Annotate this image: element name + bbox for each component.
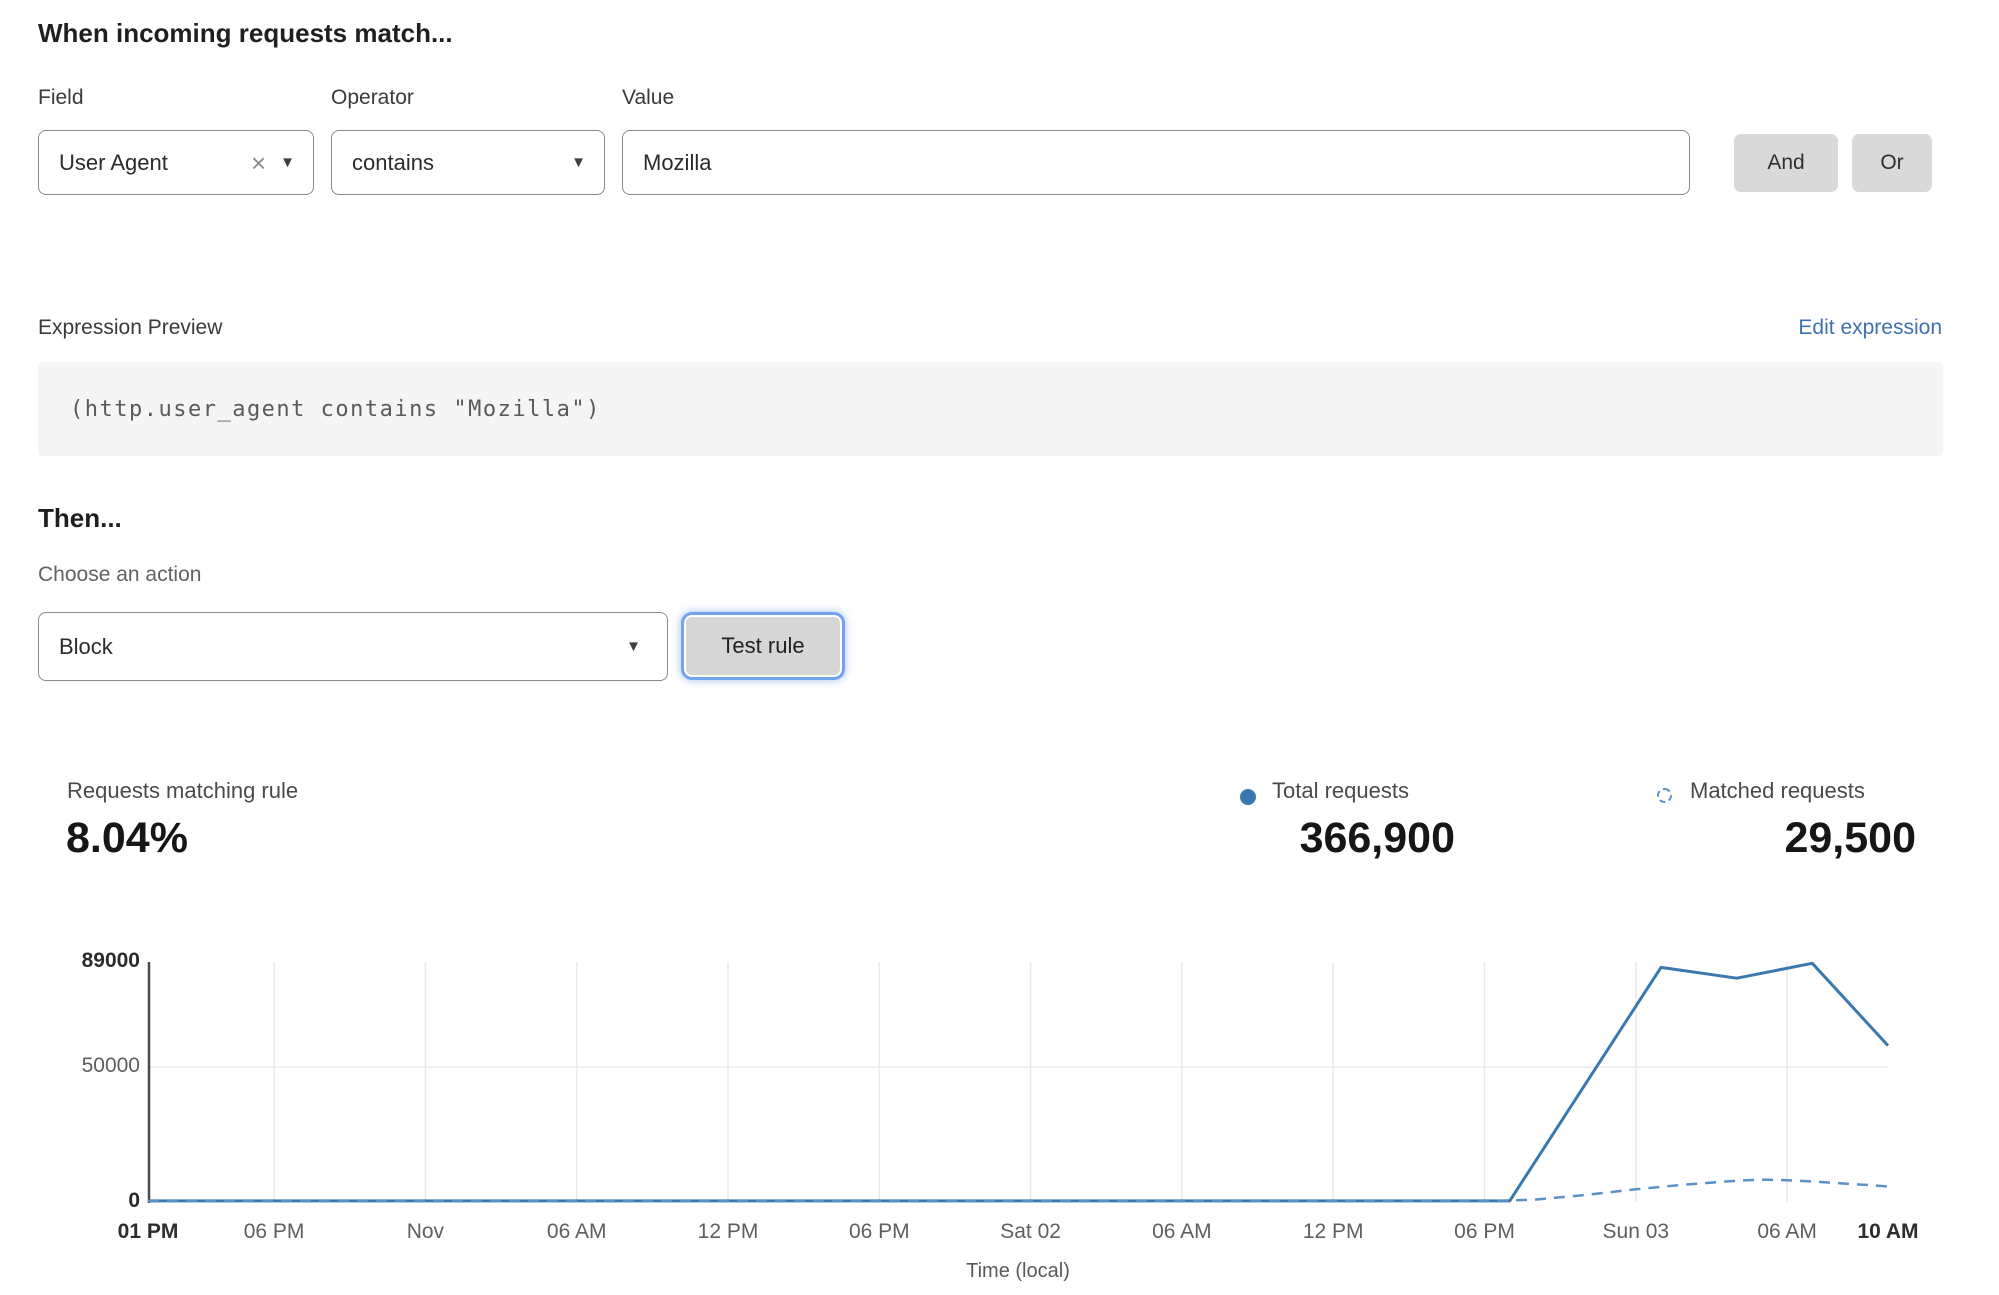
x-tick-label: 06 AM: [507, 1220, 647, 1246]
requests-chart: Time (local) 8900050000001 PM06 PMNov06 …: [0, 930, 1999, 1295]
field-select[interactable]: User Agent × ▼: [38, 130, 314, 195]
expression-code: (http.user_agent contains "Mozilla"): [38, 397, 601, 422]
test-rule-button[interactable]: Test rule: [684, 615, 842, 677]
clear-field-icon[interactable]: ×: [243, 150, 274, 176]
matched-requests-legend-icon: [1657, 788, 1672, 803]
expression-preview-box: (http.user_agent contains "Mozilla"): [38, 362, 1943, 456]
field-select-value: User Agent: [39, 150, 243, 176]
value-field-wrap: [622, 130, 1690, 195]
x-tick-label: 10 AM: [1818, 1220, 1958, 1246]
and-button[interactable]: And: [1734, 134, 1838, 192]
or-button[interactable]: Or: [1852, 134, 1932, 192]
chevron-down-icon: ▼: [565, 154, 604, 171]
chart-plot[interactable]: [148, 962, 1888, 1202]
action-select[interactable]: Block ▼: [38, 612, 668, 681]
total-requests-value: 366,900: [1055, 814, 1455, 863]
x-tick-label: 01 PM: [78, 1220, 218, 1246]
x-tick-label: 06 AM: [1112, 1220, 1252, 1246]
x-tick-label: 06 PM: [1415, 1220, 1555, 1246]
action-select-value: Block: [39, 634, 620, 660]
operator-select[interactable]: contains ▼: [331, 130, 605, 195]
choose-action-label: Choose an action: [38, 563, 201, 587]
x-tick-label: 12 PM: [1263, 1220, 1403, 1246]
requests-matching-value: 8.04%: [66, 814, 188, 863]
x-tick-label: 06 PM: [809, 1220, 949, 1246]
total-requests-legend-icon: [1240, 789, 1256, 805]
x-axis-title: Time (local): [868, 1260, 1168, 1283]
operator-label: Operator: [331, 86, 414, 110]
value-label: Value: [622, 86, 674, 110]
x-tick-label: Sat 02: [961, 1220, 1101, 1246]
y-tick-label: 0: [20, 1189, 140, 1215]
matched-requests-value: 29,500: [1516, 814, 1916, 863]
matched-requests-line: [148, 1180, 1888, 1202]
then-heading: Then...: [38, 503, 122, 534]
operator-select-value: contains: [332, 150, 565, 176]
y-tick-label: 50000: [20, 1054, 140, 1080]
chevron-down-icon: ▼: [274, 154, 313, 171]
chevron-down-icon: ▼: [620, 638, 667, 655]
page-title: When incoming requests match...: [38, 18, 453, 49]
value-input[interactable]: [623, 131, 1689, 194]
y-tick-label: 89000: [20, 949, 140, 975]
matched-requests-label: Matched requests: [1690, 778, 1865, 804]
expression-preview-label: Expression Preview: [38, 316, 222, 340]
edit-expression-link[interactable]: Edit expression: [1798, 316, 1942, 340]
x-tick-label: 12 PM: [658, 1220, 798, 1246]
x-tick-label: Nov: [355, 1220, 495, 1246]
field-label: Field: [38, 86, 84, 110]
x-tick-label: 06 PM: [204, 1220, 344, 1246]
x-tick-label: Sun 03: [1566, 1220, 1706, 1246]
requests-matching-label: Requests matching rule: [67, 778, 298, 804]
total-requests-label: Total requests: [1272, 778, 1409, 804]
total-requests-line: [148, 963, 1888, 1201]
